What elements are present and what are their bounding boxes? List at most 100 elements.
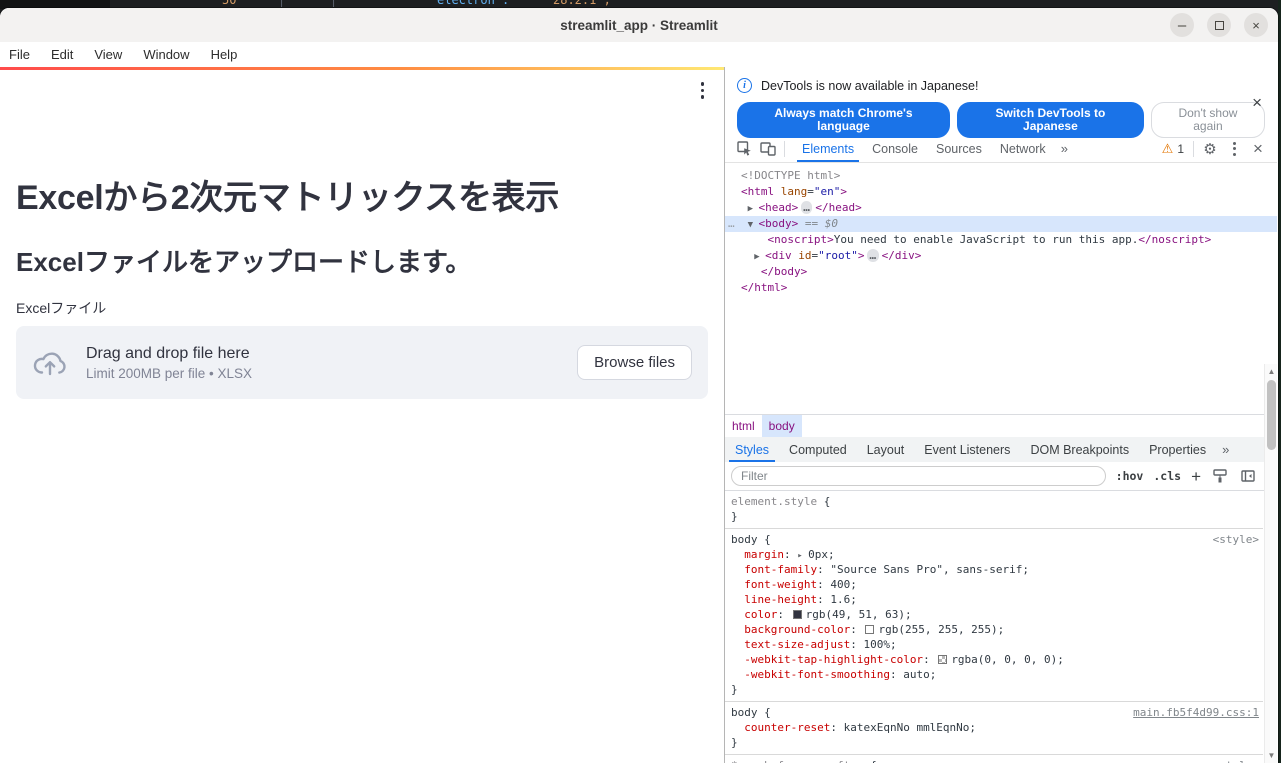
- devtools-close-icon[interactable]: ×: [1246, 137, 1270, 161]
- element-classes-button[interactable]: .cls: [1153, 469, 1181, 483]
- file-uploader-dropzone[interactable]: Drag and drop file here Limit 200MB per …: [16, 326, 708, 399]
- css-property[interactable]: text-size-adjust: 100%;: [729, 637, 1259, 652]
- devtools-language-banner: i DevTools is now available in Japanese!…: [725, 67, 1277, 135]
- dom-node-root-div[interactable]: ▶ <div id="root">…</div>: [725, 248, 1277, 264]
- app-window: streamlit_app · Streamlit – × File Edit …: [0, 8, 1278, 763]
- dom-node-html[interactable]: <html lang="en">: [725, 184, 1277, 200]
- terminal-fragment: 50: [222, 0, 236, 7]
- tab-dom-breakpoints[interactable]: DOM Breakpoints: [1020, 437, 1139, 462]
- tab-properties[interactable]: Properties: [1139, 437, 1216, 462]
- styles-filter-bar: :hov .cls +: [725, 462, 1277, 491]
- tab-event-listeners[interactable]: Event Listeners: [914, 437, 1020, 462]
- devtools-toolbar: Elements Console Sources Network » ⚠ 1 ⚙…: [725, 135, 1277, 163]
- menu-help[interactable]: Help: [211, 47, 238, 62]
- match-chrome-language-button[interactable]: Always match Chrome's language: [737, 102, 950, 138]
- css-property[interactable]: -webkit-font-smoothing: auto;: [729, 667, 1259, 682]
- tab-console[interactable]: Console: [863, 135, 927, 162]
- css-property[interactable]: font-family: "Source Sans Pro", sans-ser…: [729, 562, 1259, 577]
- css-property[interactable]: color: rgb(49, 51, 63);: [729, 607, 1259, 622]
- issues-warning-badge[interactable]: ⚠ 1: [1157, 141, 1189, 157]
- new-style-rule-icon[interactable]: +: [1191, 468, 1201, 485]
- more-sidebar-tabs-icon[interactable]: »: [1216, 442, 1235, 457]
- css-brace[interactable]: }: [729, 682, 1259, 697]
- css-property[interactable]: background-color: rgb(255, 255, 255);: [729, 622, 1259, 637]
- breadcrumb-body[interactable]: body: [762, 415, 802, 437]
- styles-filter-input[interactable]: [731, 466, 1106, 486]
- css-property[interactable]: line-height: 1.6;: [729, 592, 1259, 607]
- terminal-fragment: electron :: [437, 0, 509, 7]
- css-rule-element-style: element.style {}: [725, 491, 1263, 528]
- device-toolbar-icon[interactable]: [756, 137, 780, 161]
- scrollbar-up-icon[interactable]: ▲: [1265, 365, 1278, 378]
- css-brace[interactable]: }: [729, 509, 1259, 524]
- css-selector-body-2[interactable]: main.fb5f4d99.css:1body {: [729, 705, 1259, 720]
- menu-window[interactable]: Window: [143, 47, 189, 62]
- close-button[interactable]: ×: [1244, 13, 1268, 37]
- maximize-button[interactable]: [1207, 13, 1231, 37]
- toolbar-separator: [784, 141, 785, 157]
- terminal-fragment: 28.2.1 ,: [553, 0, 611, 7]
- streamlit-decoration-bar: [0, 67, 724, 70]
- page-subtitle: Excelファイルをアップロードします。: [16, 242, 471, 279]
- page-title: Excelから2次元マトリックスを表示: [16, 170, 559, 219]
- css-selector-body[interactable]: <style>body {: [729, 532, 1259, 547]
- switch-devtools-japanese-button[interactable]: Switch DevTools to Japanese: [957, 102, 1144, 138]
- streamlit-menu-button[interactable]: [701, 82, 705, 99]
- inspect-element-icon[interactable]: [732, 137, 756, 161]
- dont-show-again-button[interactable]: Don't show again: [1151, 102, 1265, 138]
- tab-elements[interactable]: Elements: [793, 135, 863, 162]
- styles-scrollbar[interactable]: ▲ ▼: [1264, 364, 1277, 763]
- rendering-emulation-icon[interactable]: [1211, 467, 1229, 485]
- window-title: streamlit_app · Streamlit: [560, 18, 718, 33]
- dom-node-head[interactable]: ▶ <head>…</head>: [725, 200, 1277, 216]
- maximize-icon: [1215, 21, 1224, 30]
- scrollbar-thumb[interactable]: [1267, 380, 1276, 450]
- upload-limit-text: Limit 200MB per file • XLSX: [86, 366, 577, 381]
- css-selector-element-style[interactable]: element.style {: [729, 494, 1259, 509]
- scrollbar-down-icon[interactable]: ▼: [1265, 749, 1278, 762]
- menu-file[interactable]: File: [9, 47, 30, 62]
- sidebar-toggle-icon[interactable]: [1239, 467, 1257, 485]
- banner-close-icon[interactable]: ×: [1252, 93, 1262, 113]
- styles-sidebar-tabs: Styles Computed Layout Event Listeners D…: [725, 437, 1277, 462]
- css-rule-body-main-css: main.fb5f4d99.css:1body { counter-reset:…: [725, 701, 1263, 754]
- info-icon: i: [737, 78, 752, 93]
- tab-sources[interactable]: Sources: [927, 135, 991, 162]
- drop-instruction: Drag and drop file here: [86, 345, 577, 363]
- dom-node-doctype[interactable]: <!DOCTYPE html>: [725, 168, 1277, 184]
- css-property[interactable]: font-weight: 400;: [729, 577, 1259, 592]
- elements-dom-tree: <!DOCTYPE html><html lang="en"> ▶ <head>…: [725, 163, 1277, 414]
- dom-node-body-close[interactable]: </body>: [725, 264, 1277, 280]
- devtools-panel: i DevTools is now available in Japanese!…: [724, 67, 1277, 763]
- css-brace[interactable]: }: [729, 735, 1259, 750]
- styles-pane: element.style {} <style>body { margin: ▸…: [725, 491, 1277, 763]
- settings-gear-icon[interactable]: ⚙: [1198, 137, 1222, 161]
- warning-icon: ⚠: [1162, 141, 1174, 157]
- css-selector-universal[interactable]: <style>*, ::before, ::after {: [729, 758, 1259, 763]
- terminal-fragment: │: [278, 0, 285, 7]
- window-titlebar[interactable]: streamlit_app · Streamlit – ×: [0, 8, 1278, 42]
- warning-count: 1: [1177, 142, 1184, 156]
- tab-network[interactable]: Network: [991, 135, 1055, 162]
- breadcrumb-html[interactable]: html: [725, 415, 762, 437]
- toggle-element-state-button[interactable]: :hov: [1116, 469, 1144, 483]
- dom-breadcrumb: html body: [725, 414, 1277, 437]
- tab-layout[interactable]: Layout: [857, 437, 915, 462]
- menu-view[interactable]: View: [94, 47, 122, 62]
- menu-edit[interactable]: Edit: [51, 47, 73, 62]
- more-tabs-icon[interactable]: »: [1055, 141, 1074, 156]
- tab-computed[interactable]: Computed: [779, 437, 857, 462]
- devtools-menu-icon[interactable]: [1222, 137, 1246, 161]
- tab-styles[interactable]: Styles: [725, 437, 779, 462]
- css-property[interactable]: margin: ▸ 0px;: [729, 547, 1259, 562]
- dom-node-body[interactable]: … ▼ <body> == $0: [725, 216, 1277, 232]
- banner-message: DevTools is now available in Japanese!: [761, 79, 979, 93]
- browse-files-button[interactable]: Browse files: [577, 345, 692, 380]
- minimize-button[interactable]: –: [1170, 13, 1194, 37]
- dom-node-html-close[interactable]: </html>: [725, 280, 1277, 296]
- css-property[interactable]: counter-reset: katexEqnNo mmlEqnNo;: [729, 720, 1259, 735]
- dom-node-noscript[interactable]: <noscript>You need to enable JavaScript …: [725, 232, 1277, 248]
- css-rule-universal: <style>*, ::before, ::after { box-sizing…: [725, 754, 1263, 763]
- css-property[interactable]: -webkit-tap-highlight-color: rgba(0, 0, …: [729, 652, 1259, 667]
- menu-bar: File Edit View Window Help: [0, 42, 1278, 67]
